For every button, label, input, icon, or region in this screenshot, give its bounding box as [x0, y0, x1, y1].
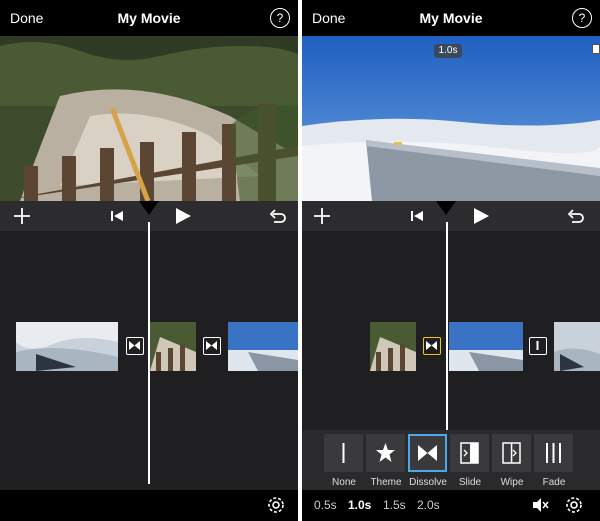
clip-thumbnail — [150, 322, 196, 371]
clip-sky-wing[interactable] — [554, 322, 600, 371]
plus-icon — [314, 208, 330, 224]
clip-thumbnail — [370, 322, 416, 371]
clip-thumbnail — [16, 322, 118, 371]
play-icon — [474, 208, 489, 224]
wipe-icon — [502, 442, 521, 464]
settings-button[interactable] — [266, 495, 286, 520]
transition-label: Dissolve — [409, 477, 447, 488]
star-icon — [376, 443, 395, 462]
right-editor-panel: Done My Movie ? 1.0s None Theme Dissolve… — [302, 0, 600, 521]
transition-label: None — [332, 477, 356, 488]
left-editor-panel: Done My Movie ? — [0, 0, 298, 521]
plus-icon — [14, 208, 30, 224]
transition-marker[interactable] — [203, 337, 221, 355]
duration-badge: 1.0s — [434, 44, 462, 58]
river-fence-frame — [0, 36, 298, 201]
none-icon — [342, 443, 345, 463]
transition-dissolve-button[interactable] — [408, 434, 447, 472]
clip-river-fence[interactable] — [370, 322, 416, 371]
add-media-button[interactable] — [312, 206, 332, 231]
transition-marker-selected[interactable] — [423, 337, 441, 355]
clip-blue-sky[interactable] — [228, 322, 298, 371]
clip-thumbnail — [228, 322, 298, 371]
edge-marker — [592, 44, 600, 54]
playhead-line[interactable] — [148, 222, 150, 484]
project-title: My Movie — [419, 10, 483, 26]
help-button[interactable]: ? — [270, 8, 290, 28]
airplane-wing-frame — [302, 36, 600, 201]
gear-icon — [268, 497, 284, 513]
transition-label: Wipe — [500, 477, 524, 488]
play-icon — [176, 208, 191, 224]
skip-to-start-button[interactable] — [110, 206, 124, 231]
speaker-muted-icon — [533, 498, 549, 512]
skip-back-icon — [411, 211, 423, 221]
video-viewer[interactable] — [302, 36, 600, 201]
play-button[interactable] — [472, 206, 490, 231]
playhead-marker — [436, 201, 456, 215]
video-viewer[interactable] — [0, 36, 298, 201]
fade-icon — [546, 443, 561, 463]
playhead-marker — [139, 201, 159, 215]
clip-blue-sky[interactable] — [449, 322, 523, 371]
transition-slide-button[interactable] — [450, 434, 489, 472]
play-button[interactable] — [174, 206, 192, 231]
transition-none-button[interactable] — [324, 434, 363, 472]
transition-fade-button[interactable] — [534, 434, 573, 472]
project-title: My Movie — [117, 10, 181, 26]
none-icon — [536, 341, 539, 350]
dissolve-icon — [418, 445, 437, 461]
transition-label: Theme — [370, 477, 402, 488]
dissolve-icon — [129, 341, 140, 350]
undo-icon — [269, 209, 286, 223]
bottom-bar — [302, 490, 600, 521]
dissolve-icon — [206, 341, 217, 350]
duration-option[interactable]: 1.5s — [383, 498, 406, 512]
help-button[interactable]: ? — [572, 8, 592, 28]
skip-back-icon — [111, 211, 123, 221]
clip-thumbnail — [554, 322, 600, 371]
gear-icon — [566, 497, 582, 513]
skip-to-start-button[interactable] — [410, 206, 424, 231]
undo-icon — [567, 209, 584, 223]
duration-option-selected[interactable]: 1.0s — [348, 498, 371, 512]
transition-label: Slide — [458, 477, 482, 488]
transition-marker[interactable] — [529, 337, 547, 355]
transition-theme-button[interactable] — [366, 434, 405, 472]
top-bar: Done My Movie ? — [302, 0, 600, 36]
settings-button[interactable] — [564, 495, 584, 520]
transition-label: Fade — [542, 477, 566, 488]
transition-marker[interactable] — [126, 337, 144, 355]
clip-river-fence[interactable] — [150, 322, 196, 371]
clip-thumbnail — [449, 322, 523, 371]
duration-option[interactable]: 2.0s — [417, 498, 440, 512]
top-bar: Done My Movie ? — [0, 0, 298, 36]
add-media-button[interactable] — [12, 206, 32, 231]
mute-button[interactable] — [530, 495, 550, 520]
slide-icon — [460, 442, 479, 464]
undo-button[interactable] — [268, 206, 288, 231]
undo-button[interactable] — [566, 206, 586, 231]
clip-sky-wing[interactable] — [16, 322, 118, 371]
duration-option[interactable]: 0.5s — [314, 498, 337, 512]
dissolve-icon — [426, 341, 437, 350]
bottom-bar — [0, 490, 298, 521]
transition-wipe-button[interactable] — [492, 434, 531, 472]
